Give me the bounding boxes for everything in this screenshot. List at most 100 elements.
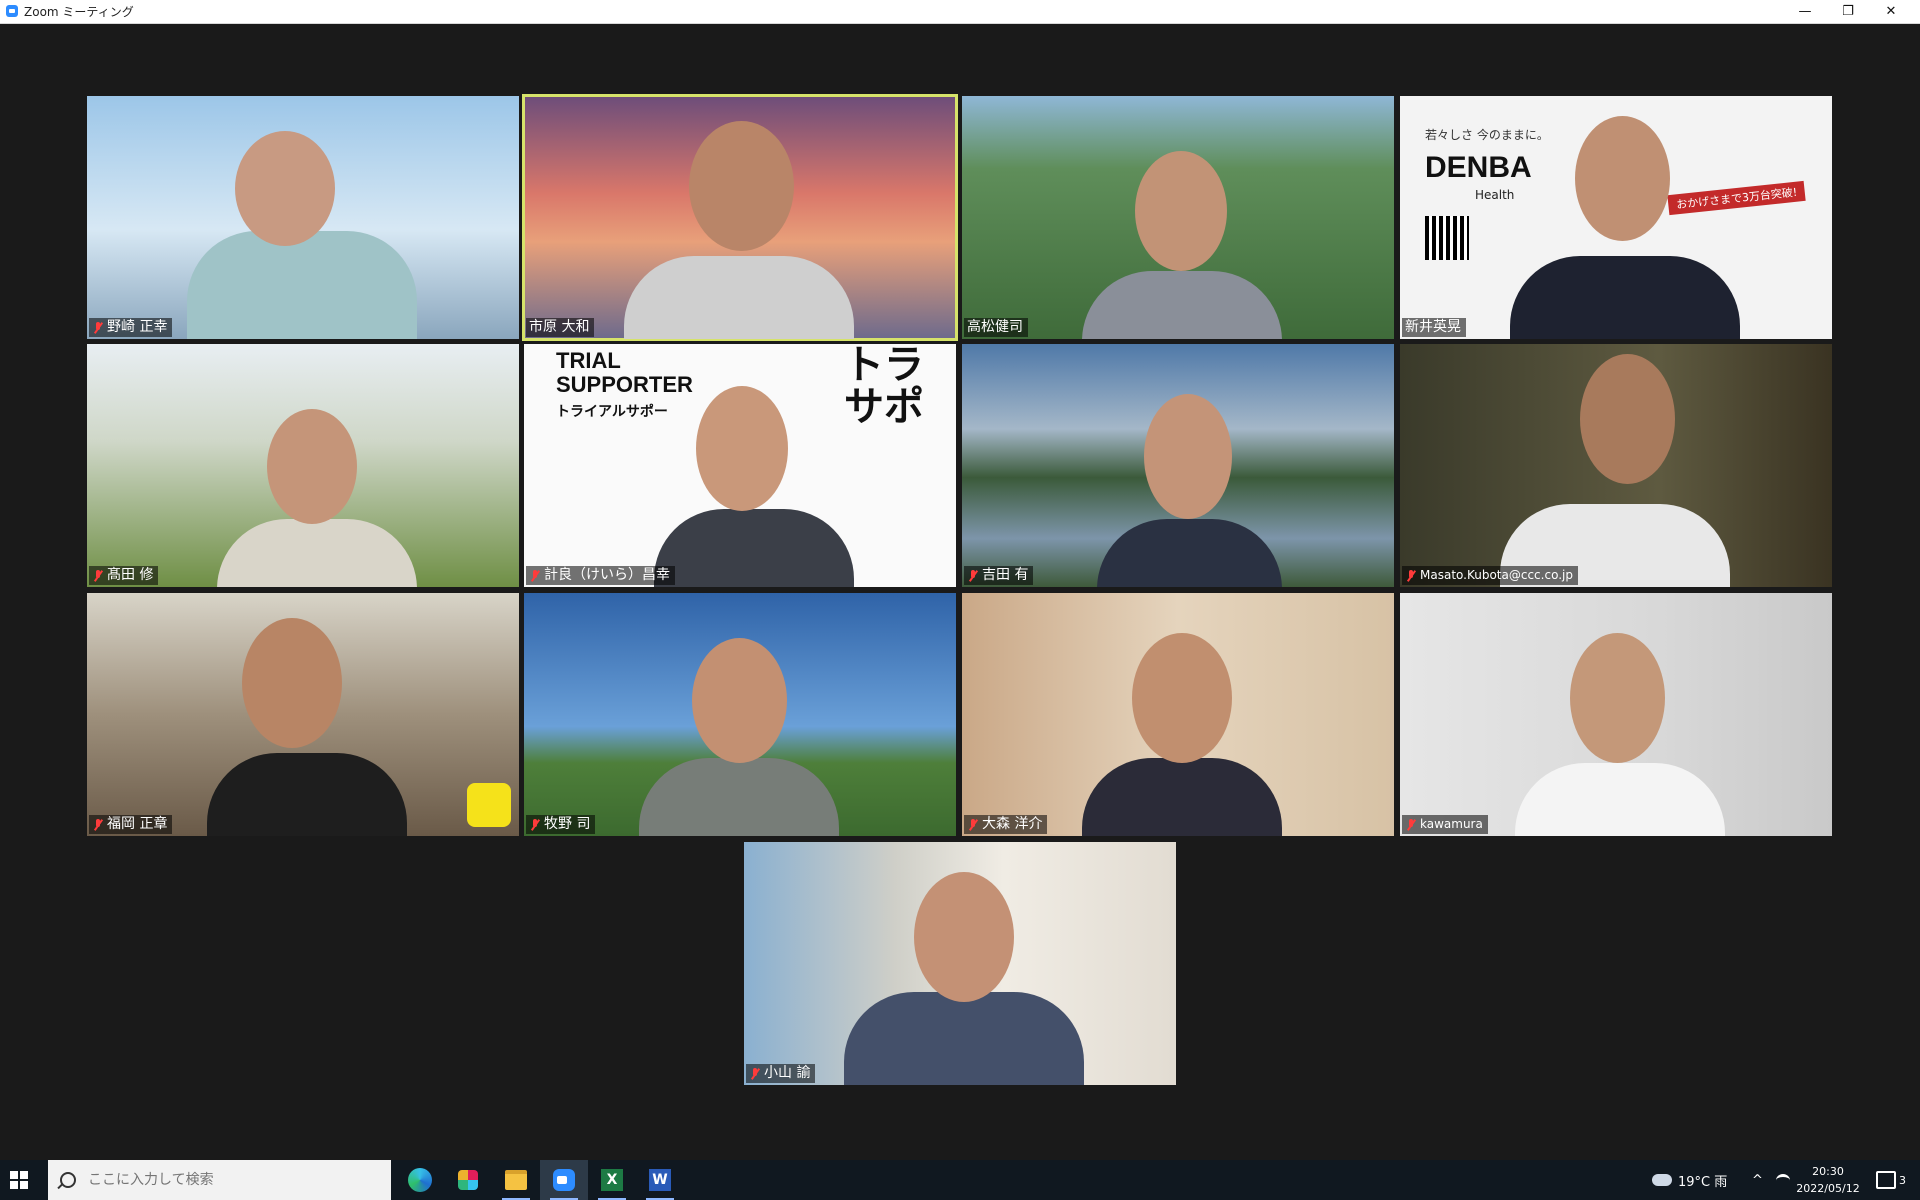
participant-video [187,231,417,339]
mic-muted-icon [92,321,104,335]
rain-cloud-icon [1652,1174,1672,1186]
participant-nameplate: Masato.Kubota@ccc.co.jp [1402,566,1578,585]
notification-icon [1876,1171,1896,1189]
participant-face [689,121,794,251]
close-button[interactable]: ✕ [1868,0,1914,23]
participant-video [639,758,839,836]
participant-name: 小山 諭 [764,1065,811,1081]
participant-tile[interactable]: 小山 諭 [744,842,1176,1085]
participant-face [242,618,342,748]
participant-name: 新井英晃 [1405,319,1461,335]
participant-tile[interactable]: 吉田 有 [962,344,1394,587]
participant-name: 牧野 司 [544,816,591,832]
file-explorer-icon[interactable] [492,1160,540,1200]
search-input[interactable] [86,1171,370,1189]
restore-button[interactable]: ❐ [1825,0,1871,23]
participant-tile[interactable]: 高松健司 [962,96,1394,339]
system-clock[interactable]: 20:30 2022/05/12 [1796,1163,1860,1197]
excel-icon[interactable]: X [588,1160,636,1200]
bg-big-line-2: サポ [844,384,924,430]
word-icon[interactable]: W [636,1160,684,1200]
participant-nameplate: 計良（けいら）昌幸 [526,566,675,585]
participant-face [1135,151,1227,271]
slack-icon[interactable] [444,1160,492,1200]
participant-nameplate: 髙田 修 [89,566,159,585]
weather-text: 19°C 雨 [1678,1174,1728,1190]
notification-count: 3 [1899,1173,1906,1187]
mic-muted-icon [967,818,979,832]
participant-video [844,992,1084,1085]
zoom-icon[interactable] [540,1160,588,1200]
windows-taskbar: X W 19°C 雨 ^ 20:30 2022/05/12 3 [0,1160,1920,1200]
windows-start-icon[interactable] [10,1171,28,1189]
participant-name: 吉田 有 [982,567,1029,583]
bg-ribbon: おかげさまで3万台突破! [1667,180,1807,216]
qr-code-image [1425,216,1469,260]
participant-video [1097,519,1282,587]
participant-nameplate: 市原 大和 [526,318,595,337]
mic-muted-icon [529,569,541,583]
participant-tile[interactable]: 大森 洋介 [962,593,1394,836]
participant-video [207,753,407,836]
participant-video [217,519,417,587]
zoom-app-icon [6,5,18,17]
participant-name: 大森 洋介 [982,816,1043,832]
participant-face [1580,354,1675,484]
participant-nameplate: kawamura [1402,815,1488,834]
participant-video [624,256,854,339]
mic-muted-icon [1405,569,1417,583]
participant-face [696,386,788,511]
participant-nameplate: 小山 諭 [746,1064,816,1083]
participant-tile[interactable]: 髙田 修 [87,344,519,587]
participant-tile[interactable]: 野崎 正幸 [87,96,519,339]
weather-widget[interactable]: 19°C 雨 [1652,1160,1727,1200]
participant-name: kawamura [1420,817,1483,831]
minimize-button[interactable]: — [1782,0,1828,23]
window-title: Zoom ミーティング [24,5,134,19]
bg-title-line-2: SUPPORTER [556,372,693,397]
participant-video [1515,763,1725,836]
participant-face [692,638,787,763]
participant-video [1082,271,1282,339]
bg-kana: トライアルサポー [556,404,668,420]
gallery-view: 野崎 正幸 市原 大和 高松健司 若々しさ 今のままに。 DENBA Healt… [0,24,1920,1160]
bg-tagline: 若々しさ 今のままに。 [1425,128,1549,142]
participant-tile[interactable]: 若々しさ 今のままに。 DENBA Health おかげさまで3万台突破! 新井… [1400,96,1832,339]
participant-tile[interactable]: 福岡 正章 [87,593,519,836]
participant-face [1132,633,1232,763]
participant-name: 福岡 正章 [107,816,168,832]
mic-muted-icon [92,818,104,832]
bg-title: TRIAL SUPPORTER [556,349,693,397]
participant-face [235,131,335,246]
participant-tile[interactable]: kawamura [1400,593,1832,836]
bg-big-text: トラ サポ [844,344,924,428]
network-icon[interactable] [1776,1160,1790,1200]
search-icon [60,1172,76,1188]
clock-time: 20:30 [1812,1165,1844,1178]
notification-center[interactable]: 3 [1876,1160,1906,1200]
participant-tile[interactable]: Masato.Kubota@ccc.co.jp [1400,344,1832,587]
participant-nameplate: 福岡 正章 [89,815,173,834]
edge-icon[interactable] [396,1160,444,1200]
participant-tile[interactable]: 牧野 司 [524,593,956,836]
participant-nameplate: 吉田 有 [964,566,1034,585]
show-hidden-icons-icon[interactable]: ^ [1752,1160,1763,1200]
mic-muted-icon [92,569,104,583]
participant-video [1082,758,1282,836]
participant-name: Masato.Kubota@ccc.co.jp [1420,568,1573,582]
participant-nameplate: 大森 洋介 [964,815,1048,834]
participant-video [1510,256,1740,339]
clock-date: 2022/05/12 [1796,1182,1860,1195]
mic-muted-icon [529,818,541,832]
participant-name: 高松健司 [967,319,1023,335]
participant-nameplate: 新井英晃 [1402,318,1466,337]
participant-name: 市原 大和 [529,319,590,335]
participant-tile[interactable]: TRIAL SUPPORTER トライアルサポー トラ サポ 計良（けいら）昌幸 [524,344,956,587]
participant-nameplate: 野崎 正幸 [89,318,173,337]
participant-face [1570,633,1665,763]
participant-tile-active-speaker[interactable]: 市原 大和 [522,94,958,341]
taskbar-search[interactable] [48,1160,391,1200]
bg-title-line-1: TRIAL [556,348,621,373]
bg-brand-sub: Health [1475,188,1515,202]
participant-video [654,509,854,587]
